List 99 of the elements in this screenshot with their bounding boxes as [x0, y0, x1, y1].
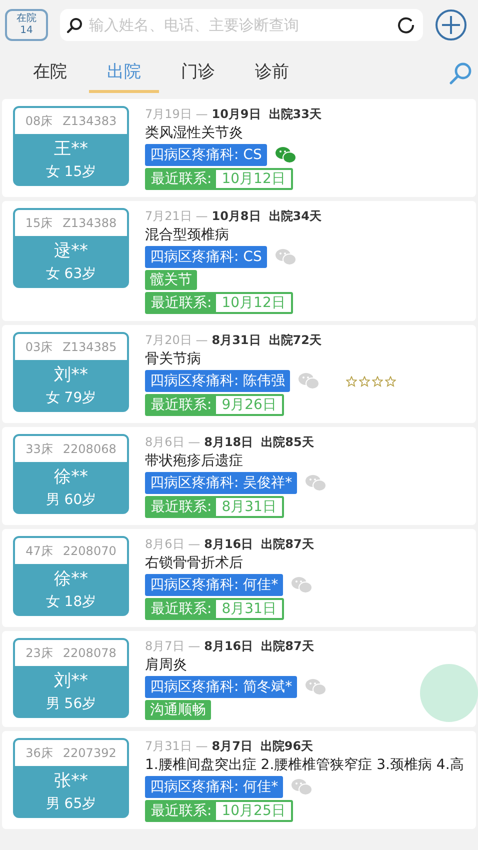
bed-number: 33床 — [26, 441, 53, 458]
admission-date: 8月7日 — — [145, 638, 200, 654]
tab[interactable]: 在院 — [15, 55, 85, 93]
department-tag: 四病区疼痛科: CS — [145, 144, 267, 166]
patient-id: 2207392 — [62, 745, 116, 762]
discharge-days: 出院72天 — [268, 332, 322, 348]
chat-bubbles-icon[interactable] — [274, 146, 297, 164]
bed-number: 36床 — [26, 745, 53, 762]
patient-name: 徐** — [54, 568, 88, 591]
last-contact: 最近联系: 8月31日 — [145, 598, 284, 620]
diagnosis: 右锁骨骨折术后 — [145, 554, 244, 572]
tab[interactable]: 门诊 — [163, 55, 233, 93]
discharge-date: 10月9日 — [212, 106, 261, 122]
gender-age: 女 15岁 — [46, 163, 96, 182]
patient-name: 张** — [54, 770, 88, 793]
patient-name: 刘** — [54, 364, 88, 387]
star-icon — [346, 376, 358, 386]
admission-date: 7月21日 — — [145, 208, 208, 224]
admission-date: 7月19日 — — [145, 106, 208, 122]
discharge-days: 出院34天 — [268, 208, 322, 224]
gender-age: 男 60岁 — [46, 491, 96, 510]
search-field[interactable]: 输入姓名、电话、主要诊断查询 — [60, 9, 423, 41]
discharge-date: 8月16日 — [204, 536, 254, 552]
patient-name: 刘** — [54, 670, 88, 693]
diagnosis: 带状疱疹后遗症 — [145, 452, 244, 470]
chat-bubbles-icon[interactable] — [305, 678, 328, 696]
ward-count-badge[interactable]: 在院 14 — [5, 9, 48, 41]
patient-card[interactable]: 23床 2208078 刘** 男 56岁 8月7日 — 8月16日 出院87天 肩周炎 四病区疼痛科: 简冬斌* 沟通顺畅 — [2, 631, 476, 727]
chat-bubbles-icon[interactable] — [298, 372, 320, 390]
admission-date: 8月6日 — — [145, 536, 200, 552]
gender-age: 女 79岁 — [46, 389, 96, 408]
admission-date: 7月20日 — — [145, 332, 208, 348]
patient-name: 徐** — [54, 466, 88, 489]
gender-age: 男 65岁 — [46, 795, 96, 814]
discharge-days: 出院87天 — [261, 536, 314, 552]
search-icon[interactable] — [448, 61, 474, 87]
discharge-date: 10月8日 — [212, 208, 261, 224]
patient-id: 2208070 — [62, 543, 116, 560]
gender-age: 女 63岁 — [46, 265, 96, 284]
admission-date: 7月31日 — — [145, 738, 208, 754]
discharge-date: 8月31日 — [212, 332, 261, 348]
patient-id: 2208078 — [62, 645, 116, 662]
chat-bubbles-icon[interactable] — [305, 474, 328, 492]
discharge-date: 8月16日 — [204, 638, 254, 654]
bed-number: 15床 — [25, 215, 53, 232]
department-tag: 四病区疼痛科: 陈伟强 — [145, 370, 290, 392]
last-contact: 最近联系: 9月26日 — [145, 394, 284, 416]
patient-card[interactable]: 03床 Z134385 刘** 女 79岁 7月20日 — 8月31日 出院72天 骨关节病 四病区疼痛科: 陈伟强 最近联系: 9月26日 — [2, 325, 476, 423]
patient-id: Z134385 — [62, 339, 117, 356]
diagnosis: 肩周炎 — [145, 656, 188, 674]
gender-age: 女 18岁 — [46, 593, 96, 612]
department-tag: 四病区疼痛科: 吴俊祥* — [145, 472, 298, 494]
discharge-date: 8月18日 — [204, 434, 254, 450]
search-icon — [66, 17, 83, 34]
star-icon — [385, 376, 396, 386]
bed-number: 03床 — [25, 339, 53, 356]
star-icon — [372, 376, 384, 386]
patient-card[interactable]: 47床 2208070 徐** 女 18岁 8月6日 — 8月16日 出院87天 右锁骨骨折术后 四病区疼痛科: 何佳* 最近联系: 8月31日 — [2, 529, 476, 627]
chat-bubbles-icon[interactable] — [274, 248, 297, 266]
patient-name: 王** — [54, 138, 88, 161]
tag: 髋关节 — [145, 270, 197, 290]
department-tag: 四病区疼痛科: 何佳* — [145, 574, 284, 596]
department-tag: 四病区疼痛科: 简冬斌* — [145, 676, 298, 698]
department-tag: 四病区疼痛科: 何佳* — [145, 776, 284, 798]
tab[interactable]: 诊前 — [237, 55, 307, 93]
bed-number: 08床 — [25, 113, 53, 130]
patient-id: Z134383 — [62, 113, 117, 130]
diagnosis: 1.腰椎间盘突出症 2.腰椎椎管狭窄症 3.颈椎病 4.高 — [145, 756, 464, 774]
add-icon[interactable] — [435, 9, 467, 41]
chat-bubbles-icon[interactable] — [291, 778, 314, 796]
diagnosis: 骨关节病 — [145, 350, 202, 368]
last-contact: 最近联系: 10月25日 — [145, 800, 294, 822]
patient-card[interactable]: 15床 Z134388 逯** 女 63岁 7月21日 — 10月8日 出院34天 混合型颈椎病 四病区疼痛科: CS 髋关节 最近联系: 10月12日 — [2, 201, 476, 321]
patient-card[interactable]: 08床 Z134383 王** 女 15岁 7月19日 — 10月9日 出院33天 类风湿性关节炎 四病区疼痛科: CS 最近联系: 10月12日 — [2, 99, 476, 197]
patient-card[interactable]: 36床 2207392 张** 男 65岁 7月31日 — 8月7日 出院96天 1.腰椎间盘突出症 2.腰椎椎管狭窄症 3.颈椎病 4.高 四病区疼痛科: 何佳* 最近联系: 10月25日 — [2, 731, 476, 829]
discharge-days: 出院87天 — [261, 638, 314, 654]
last-contact: 最近联系: 10月12日 — [145, 292, 294, 314]
refresh-icon[interactable] — [397, 16, 415, 34]
last-contact: 最近联系: 10月12日 — [145, 168, 294, 190]
patient-id: 2208068 — [62, 441, 116, 458]
discharge-date: 8月7日 — [212, 738, 252, 754]
gender-age: 男 56岁 — [46, 695, 96, 714]
patient-name: 逯** — [54, 240, 88, 263]
last-contact: 最近联系: 8月31日 — [145, 496, 284, 518]
bed-number: 23床 — [26, 645, 53, 662]
chat-bubbles-icon[interactable] — [291, 576, 314, 594]
department-tag: 四病区疼痛科: CS — [145, 246, 267, 268]
discharge-days: 出院85天 — [261, 434, 314, 450]
tag: 沟通顺畅 — [145, 700, 211, 720]
diagnosis: 混合型颈椎病 — [145, 226, 230, 244]
patient-card[interactable]: 33床 2208068 徐** 男 60岁 8月6日 — 8月18日 出院85天 带状疱疹后遗症 四病区疼痛科: 吴俊祥* 最近联系: 8月31日 — [2, 427, 476, 525]
star-icon — [359, 376, 370, 386]
admission-date: 8月6日 — — [145, 434, 200, 450]
discharge-days: 出院33天 — [268, 106, 322, 122]
bed-number: 47床 — [26, 543, 53, 560]
diagnosis: 类风湿性关节炎 — [145, 124, 244, 142]
patient-id: Z134388 — [62, 215, 117, 232]
discharge-days: 出院96天 — [260, 738, 314, 754]
star-rating[interactable] — [346, 376, 396, 386]
